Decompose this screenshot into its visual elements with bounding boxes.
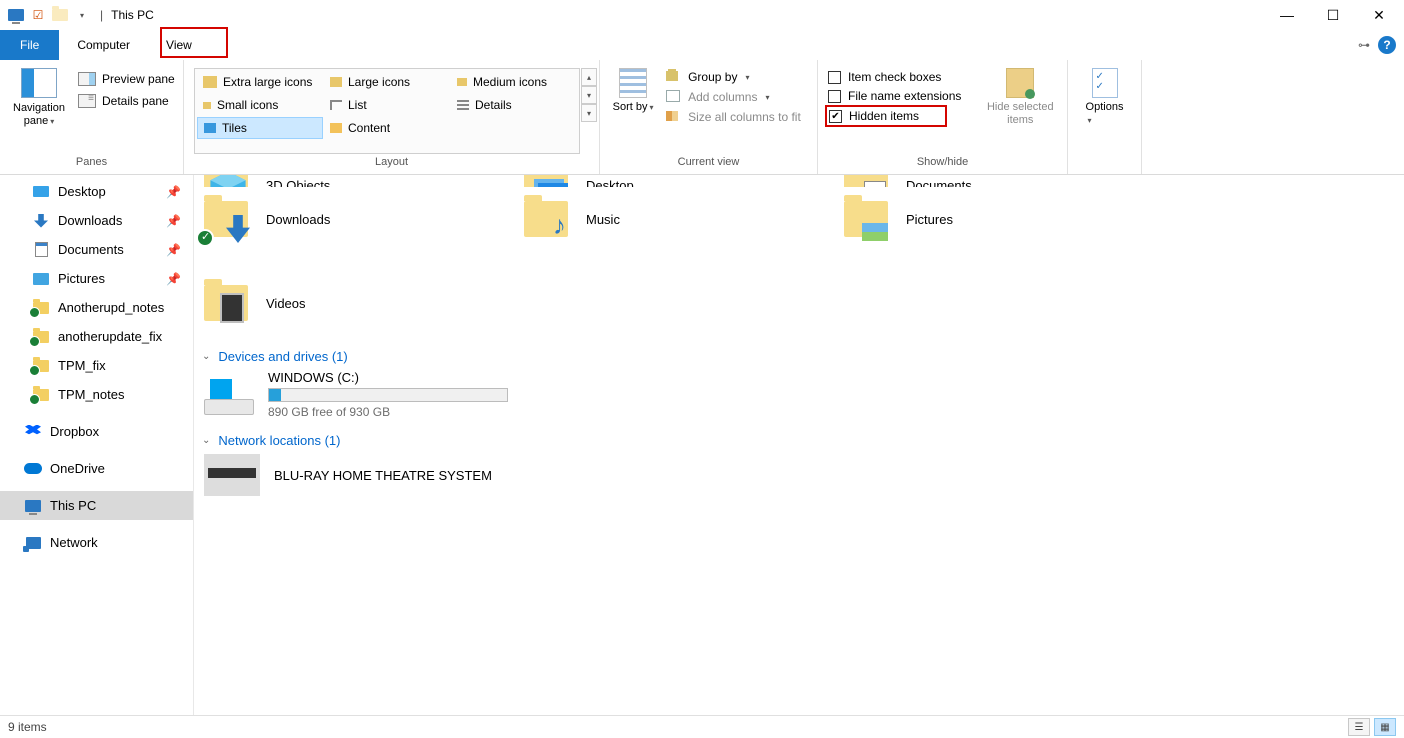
layout-list[interactable]: List	[324, 94, 450, 116]
layout-scroll-down[interactable]: ▾	[581, 86, 597, 104]
tree-documents[interactable]: Documents📌	[0, 235, 193, 264]
tree-dropbox[interactable]: Dropbox	[0, 417, 193, 446]
size-columns-icon	[666, 110, 682, 124]
chevron-down-icon: ⌄	[202, 435, 210, 446]
tiles-view-button[interactable]: ▦	[1374, 718, 1396, 736]
navigation-pane-button[interactable]: Navigation pane▾	[6, 64, 72, 128]
tree-folder-tpm-notes[interactable]: TPM_notes	[0, 380, 193, 409]
tab-computer[interactable]: Computer	[59, 30, 148, 60]
drive-usage-bar	[268, 388, 508, 402]
layout-details[interactable]: Details	[451, 94, 577, 116]
window-title: This PC	[111, 8, 154, 22]
show-hide-group-label: Show/hide	[824, 156, 1061, 172]
layout-large-icons[interactable]: Large icons	[324, 71, 450, 93]
options-button[interactable]: Options▾	[1074, 64, 1135, 154]
sort-by-button[interactable]: Sort by▾	[606, 64, 660, 154]
details-pane-icon	[78, 94, 96, 108]
window-controls: — ☐ ✕	[1264, 0, 1402, 30]
pin-icon: 📌	[166, 185, 181, 199]
section-network-locations[interactable]: ⌄ Network locations (1)	[202, 433, 1394, 448]
item-check-boxes-checkbox[interactable]: Item check boxes	[828, 70, 980, 84]
tree-folder-anotherupdate-fix[interactable]: anotherupdate_fix	[0, 322, 193, 351]
preview-pane-icon	[78, 72, 96, 86]
hide-selected-items-button: Hide selected items	[980, 64, 1061, 154]
layout-small-icons[interactable]: Small icons	[197, 94, 323, 116]
folder-music[interactable]: ♪ Music	[520, 191, 820, 247]
details-view-button[interactable]: ☰	[1348, 718, 1370, 736]
layout-tiles[interactable]: Tiles	[197, 117, 323, 139]
tab-file[interactable]: File	[0, 30, 59, 60]
maximize-button[interactable]: ☐	[1310, 0, 1356, 30]
folder-3d-objects[interactable]: 3D Objects	[200, 175, 500, 187]
minimize-ribbon-icon[interactable]: ⊶	[1358, 38, 1370, 52]
pin-icon: 📌	[166, 272, 181, 286]
drive-free-text: 890 GB free of 930 GB	[268, 405, 508, 419]
minimize-button[interactable]: —	[1264, 0, 1310, 30]
tree-onedrive[interactable]: OneDrive	[0, 454, 193, 483]
quick-access-toolbar: ☑ ▾	[6, 5, 92, 25]
file-name-extensions-checkbox[interactable]: File name extensions	[828, 89, 980, 103]
sort-by-icon	[619, 68, 647, 98]
group-by-icon	[666, 70, 682, 84]
title-bar: ☑ ▾ | This PC — ☐ ✕	[0, 0, 1404, 30]
qat-customize-icon[interactable]: ▾	[72, 5, 92, 25]
tree-pictures[interactable]: Pictures📌	[0, 264, 193, 293]
tab-view[interactable]: View	[148, 30, 210, 60]
group-by-button[interactable]: Group by▾	[666, 70, 811, 84]
section-devices-and-drives[interactable]: ⌄ Devices and drives (1)	[202, 349, 1394, 364]
navigation-pane-icon	[21, 68, 57, 98]
hidden-items-checkbox[interactable]: ✔Hidden items	[829, 109, 935, 123]
layout-medium-icons[interactable]: Medium icons	[451, 71, 577, 93]
options-icon	[1092, 68, 1118, 98]
size-all-columns-button: Size all columns to fit	[666, 110, 811, 124]
ribbon: Navigation pane▾ Preview pane Details pa…	[0, 60, 1404, 175]
tree-folder-tpm-fix[interactable]: TPM_fix	[0, 351, 193, 380]
folder-downloads[interactable]: Downloads	[200, 191, 500, 247]
panes-group-label: Panes	[6, 156, 177, 172]
folder-videos[interactable]: Videos	[200, 275, 500, 331]
ribbon-tabs: File Computer View ⊶ ?	[0, 30, 1404, 60]
details-pane-button[interactable]: Details pane	[78, 94, 175, 108]
layout-scroll-up[interactable]: ▴	[581, 68, 597, 86]
sync-badge-icon	[196, 229, 214, 247]
layout-group-label: Layout	[190, 156, 593, 172]
layout-extra-large-icons[interactable]: Extra large icons	[197, 71, 323, 93]
highlight-hidden-items: ✔Hidden items	[825, 105, 947, 127]
preview-pane-button[interactable]: Preview pane	[78, 72, 175, 86]
network-device-icon	[204, 454, 260, 496]
tree-desktop[interactable]: Desktop📌	[0, 177, 193, 206]
tree-folder-anotherupd-notes[interactable]: Anotherupd_notes	[0, 293, 193, 322]
drive-name: WINDOWS (C:)	[268, 370, 508, 385]
drive-icon	[204, 375, 254, 415]
properties-icon[interactable]: ☑	[28, 5, 48, 25]
current-view-group-label: Current view	[606, 156, 811, 172]
network-device-bluray[interactable]: BLU-RAY HOME THEATRE SYSTEM	[204, 454, 1394, 496]
new-folder-icon[interactable]	[50, 5, 70, 25]
pin-icon: 📌	[166, 243, 181, 257]
tree-this-pc[interactable]: This PC	[0, 491, 193, 520]
tree-downloads[interactable]: Downloads📌	[0, 206, 193, 235]
hide-selected-icon	[1006, 68, 1034, 98]
status-bar: 9 items ☰ ▦	[0, 715, 1404, 738]
layout-content[interactable]: Content	[324, 117, 450, 139]
folder-documents[interactable]: Documents	[840, 175, 1140, 187]
close-button[interactable]: ✕	[1356, 0, 1402, 30]
layout-expand[interactable]: ▾	[581, 104, 597, 122]
drive-c[interactable]: WINDOWS (C:) 890 GB free of 930 GB	[204, 370, 1394, 419]
main-area: Desktop📌 Downloads📌 Documents📌 Pictures📌…	[0, 175, 1404, 715]
folder-pictures[interactable]: Pictures	[840, 191, 1140, 247]
add-columns-icon	[666, 90, 682, 104]
chevron-down-icon: ⌄	[202, 351, 210, 362]
navigation-tree: Desktop📌 Downloads📌 Documents📌 Pictures📌…	[0, 175, 194, 715]
content-pane: 3D Objects Desktop Documents Downloads ♪…	[194, 175, 1404, 715]
status-item-count: 9 items	[8, 720, 47, 734]
tree-network[interactable]: Network	[0, 528, 193, 557]
pc-icon	[6, 5, 26, 25]
pin-icon: 📌	[166, 214, 181, 228]
folder-desktop[interactable]: Desktop	[520, 175, 820, 187]
title-separator: |	[100, 8, 103, 22]
add-columns-button: Add columns▾	[666, 90, 811, 104]
help-icon[interactable]: ?	[1378, 36, 1396, 54]
